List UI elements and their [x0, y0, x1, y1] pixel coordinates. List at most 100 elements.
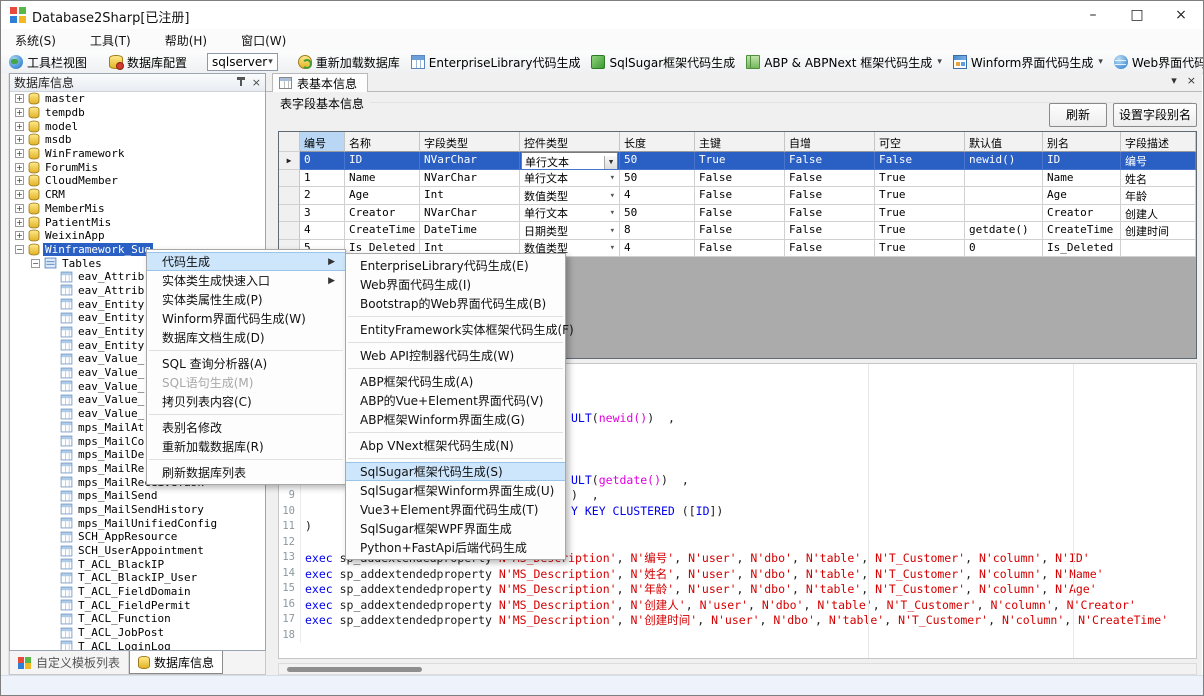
tree-item-msdb[interactable]: +msdb [10, 133, 265, 147]
grid-cell[interactable] [965, 170, 1043, 188]
grid-column-header[interactable]: 字段描述 [1121, 132, 1196, 152]
grid-column-header[interactable]: 字段类型 [420, 132, 520, 152]
context-menu-item-9[interactable]: 拷贝列表内容(C) [147, 392, 345, 411]
submenu-item-1[interactable]: EnterpriseLibrary代码生成(E) [346, 256, 565, 275]
grid-cell[interactable]: 50 [620, 205, 695, 223]
tree-item-table[interactable]: T_ACL_Function [10, 612, 265, 626]
grid-cell[interactable]: False [695, 222, 785, 240]
dock-tab-database-info[interactable]: 数据库信息 [129, 651, 223, 674]
submenu-item-13[interactable]: Abp VNext框架代码生成(N) [346, 436, 565, 455]
tree-expander-icon[interactable]: + [15, 149, 24, 158]
grid-cell[interactable]: Int [420, 187, 520, 205]
grid-cell[interactable] [965, 187, 1043, 205]
grid-cell[interactable]: False [695, 205, 785, 223]
tree-item-CloudMember[interactable]: +CloudMember [10, 174, 265, 188]
submenu-item-10[interactable]: ABP的Vue+Element界面代码(V) [346, 391, 565, 410]
dock-tab-template-list[interactable]: 自定义模板列表 [10, 651, 129, 674]
context-menu-item-5[interactable]: 数据库文档生成(D) [147, 328, 345, 347]
grid-cell[interactable]: False [785, 222, 875, 240]
tree-expander-icon[interactable]: + [15, 108, 24, 117]
sqlsugar-codegen-button[interactable]: SqlSugar框架代码生成 [589, 52, 737, 72]
context-menu-item-11[interactable]: 表别名修改 [147, 418, 345, 437]
grid-cell[interactable]: True [875, 187, 965, 205]
control-type-combo[interactable]: 单行文本▾ [521, 152, 618, 170]
menubar-item-2[interactable]: 工具(T) [90, 32, 131, 49]
db-config-button[interactable]: 数据库配置 [107, 52, 189, 72]
grid-cell[interactable]: NVarChar [420, 170, 520, 188]
grid-cell[interactable] [965, 205, 1043, 223]
minimize-button[interactable]: – [1071, 1, 1115, 29]
row-selector[interactable] [279, 222, 300, 240]
tree-expander-icon[interactable]: + [15, 218, 24, 227]
maximize-button[interactable]: □ [1115, 1, 1159, 29]
row-selector-current[interactable]: ▶ [279, 152, 300, 170]
grid-cell[interactable]: False [785, 240, 875, 258]
grid-cell[interactable]: ID [345, 152, 420, 170]
context-menu-item-12[interactable]: 重新加载数据库(R) [147, 437, 345, 456]
grid-cell[interactable]: 4 [300, 222, 345, 240]
grid-cell[interactable]: Creator [345, 205, 420, 223]
tree-expander-icon[interactable]: + [15, 135, 24, 144]
context-menu-item-7[interactable]: SQL 查询分析器(A) [147, 354, 345, 373]
row-selector[interactable] [279, 170, 300, 188]
submenu-item-18[interactable]: SqlSugar框架WPF界面生成 [346, 519, 565, 538]
submenu-item-11[interactable]: ABP框架Winform界面生成(G) [346, 410, 565, 429]
tree-item-table[interactable]: T_ACL_FieldPermit [10, 598, 265, 612]
grid-column-header[interactable]: 名称 [345, 132, 420, 152]
tree-item-model[interactable]: +model [10, 119, 265, 133]
enterpriselibrary-codegen-button[interactable]: EnterpriseLibrary代码生成 [409, 52, 583, 72]
tree-item-WeixinApp[interactable]: +WeixinApp [10, 229, 265, 243]
toolbar-view-button[interactable]: 工具栏视图 [7, 52, 89, 72]
db-type-combo[interactable]: sqlserver▾ [207, 53, 278, 71]
tree-item-master[interactable]: +master [10, 92, 265, 106]
menubar-item-3[interactable]: 帮助(H) [165, 32, 207, 49]
grid-cell[interactable]: 年龄 [1121, 187, 1196, 205]
tree-expander-icon[interactable]: + [15, 176, 24, 185]
tree-item-table[interactable]: T_ACL_FieldDomain [10, 585, 265, 599]
tree-item-table[interactable]: T_ACL_JobPost [10, 626, 265, 640]
tree-expander-icon[interactable]: + [15, 190, 24, 199]
grid-cell[interactable]: NVarChar [420, 152, 520, 170]
grid-column-header[interactable]: 控件类型 [520, 132, 620, 152]
tree-expander-icon[interactable]: + [15, 204, 24, 213]
grid-cell[interactable]: False [695, 170, 785, 188]
combo-dropdown-button[interactable]: ▾ [604, 156, 617, 169]
tree-item-tempdb[interactable]: +tempdb [10, 106, 265, 120]
context-menu-item-2[interactable]: 实体类生成快速入口▶ [147, 271, 345, 290]
submenu-item-2[interactable]: Web界面代码生成(I) [346, 275, 565, 294]
grid-cell[interactable] [1121, 240, 1196, 258]
grid-cell[interactable]: 2 [300, 187, 345, 205]
grid-cell[interactable]: Name [1043, 170, 1121, 188]
tree-item-table[interactable]: SCH_UserAppointment [10, 544, 265, 558]
grid-cell[interactable]: 0 [300, 152, 345, 170]
tree-item-table[interactable]: T_ACL_BlackIP [10, 557, 265, 571]
grid-cell[interactable]: True [875, 222, 965, 240]
grid-cell[interactable]: True [875, 205, 965, 223]
grid-cell[interactable]: 单行文本▾ [520, 152, 620, 170]
grid-cell[interactable]: 编号 [1121, 152, 1196, 170]
tab-table-basic-info[interactable]: 表基本信息 [272, 73, 368, 92]
grid-column-header[interactable]: 长度 [620, 132, 695, 152]
tab-close-icon[interactable]: × [1187, 74, 1196, 87]
grid-column-header[interactable]: 编号 [300, 132, 345, 152]
tree-item-PatientMis[interactable]: +PatientMis [10, 215, 265, 229]
pin-icon[interactable] [237, 77, 246, 88]
abp-codegen-button[interactable]: ABP & ABPNext 框架代码生成▾ [744, 52, 944, 72]
grid-cell[interactable]: 创建时间 [1121, 222, 1196, 240]
tree-item-ForumMis[interactable]: +ForumMis [10, 160, 265, 174]
grid-cell[interactable]: True [875, 170, 965, 188]
grid-cell[interactable]: 0 [965, 240, 1043, 258]
grid-cell[interactable]: Name [345, 170, 420, 188]
context-menu-item-1[interactable]: 代码生成▶ [147, 252, 345, 271]
web-codegen-button[interactable]: Web界面代码生成▾ [1112, 52, 1204, 72]
menubar-item-1[interactable]: 系统(S) [15, 32, 56, 49]
grid-cell[interactable]: NVarChar [420, 205, 520, 223]
tab-list-chevron-icon[interactable]: ▾ [1171, 74, 1177, 87]
menubar-item-4[interactable]: 窗口(W) [241, 32, 286, 49]
context-menu-item-4[interactable]: Winform界面代码生成(W) [147, 309, 345, 328]
grid-cell[interactable]: False [875, 152, 965, 170]
grid-cell[interactable]: CreateTime [345, 222, 420, 240]
tree-expander-icon[interactable]: − [31, 259, 40, 268]
reload-db-button[interactable]: 重新加载数据库 [296, 52, 402, 72]
grid-cell[interactable]: False [785, 187, 875, 205]
